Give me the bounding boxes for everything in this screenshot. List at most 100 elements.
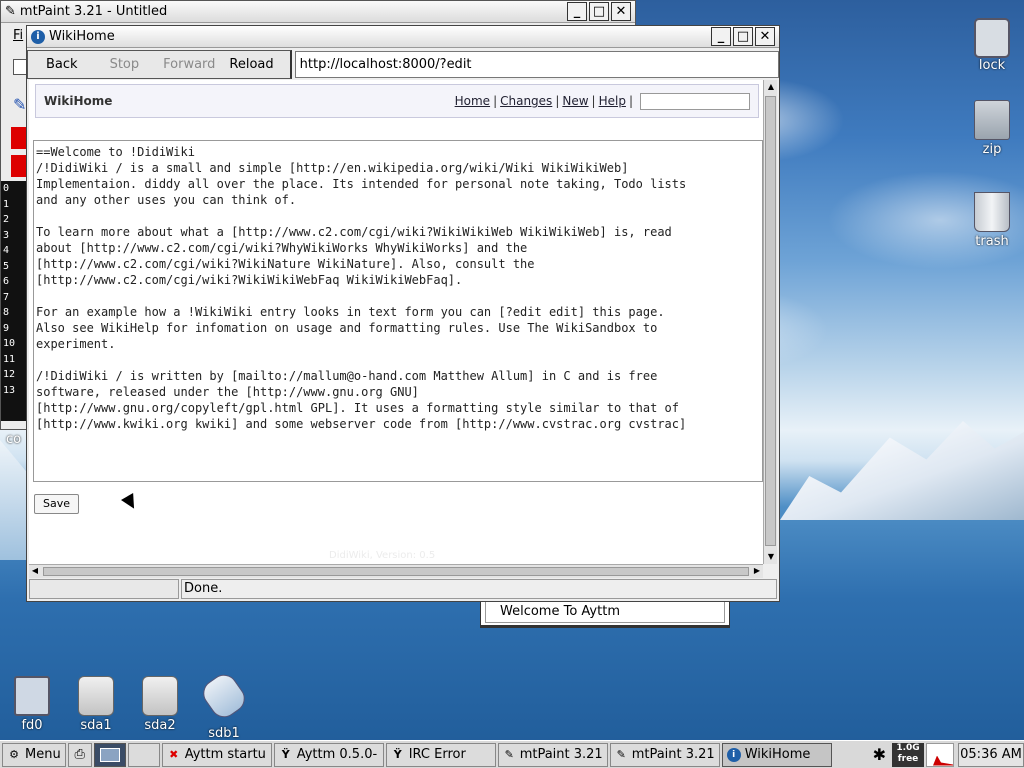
- info-icon: i: [726, 747, 741, 762]
- ruler-num: 1: [3, 198, 10, 210]
- vertical-scrollbar[interactable]: ▲ ▼: [763, 80, 777, 564]
- link-separator: |: [493, 94, 498, 108]
- minimize-button[interactable]: _: [711, 27, 731, 46]
- ruler-num: 2: [3, 214, 10, 225]
- horizontal-scroll-thumb[interactable]: [43, 567, 749, 576]
- page-viewport[interactable]: WikiHome Home | Changes | New | Help | =…: [29, 80, 763, 564]
- start-menu-button[interactable]: ⚙ Menu: [2, 742, 66, 767]
- editor-line: Also see WikiHelp for infomation on usag…: [36, 321, 658, 335]
- ayttm-welcome-window[interactable]: Welcome To Ayttm: [480, 598, 730, 628]
- new-link[interactable]: New: [562, 94, 588, 108]
- browser-window[interactable]: i WikiHome _ □ ✕ Back Stop Forward Reloa…: [26, 25, 780, 602]
- desktop-icon-trash[interactable]: trash: [962, 192, 1022, 249]
- wiki-search-input[interactable]: [640, 92, 750, 110]
- maximize-button[interactable]: □: [733, 27, 753, 46]
- back-button[interactable]: Back: [28, 57, 96, 72]
- mtpaint-titlebar[interactable]: ✎ mtPaint 3.21 - Untitled _ □ ✕: [1, 1, 635, 23]
- harddisk-icon: [78, 676, 114, 716]
- help-link[interactable]: Help: [599, 94, 626, 108]
- home-link[interactable]: Home: [455, 94, 490, 108]
- mtpaint-app-icon: ✎: [5, 4, 16, 19]
- desktop-icon-label: lock: [978, 58, 1006, 73]
- task-item-active[interactable]: i WikiHome: [721, 742, 832, 767]
- info-icon: i: [31, 29, 45, 44]
- clock[interactable]: 05:36 AM: [958, 742, 1024, 767]
- status-progress: [29, 579, 179, 599]
- memory-monitor[interactable]: 1.0G free: [892, 742, 924, 767]
- vertical-scroll-thumb[interactable]: [765, 96, 776, 546]
- system-tray: ✱ 1.0G free 05:36 AM: [867, 741, 1024, 768]
- link-separator: |: [555, 94, 560, 108]
- task-item[interactable]: Ÿ Ayttm 0.5.0-: [273, 742, 384, 767]
- desktop-icon-sda1[interactable]: sda1: [66, 676, 126, 733]
- desktop-icon-lock[interactable]: lock: [962, 8, 1022, 73]
- status-bar: Done.: [29, 578, 777, 600]
- status-text: Done.: [181, 579, 777, 599]
- reload-button[interactable]: Reload: [225, 57, 283, 72]
- forward-button[interactable]: Forward: [153, 57, 225, 72]
- stop-button[interactable]: Stop: [96, 57, 154, 72]
- scroll-right-icon[interactable]: ▶: [752, 566, 762, 575]
- mtpaint-ruler: 0 1 2 3 4 5 6 7 8 9 10 11 12 13: [1, 181, 27, 421]
- quicklaunch-desktop[interactable]: [93, 742, 126, 767]
- quicklaunch-printer[interactable]: ⎙: [67, 742, 92, 767]
- paint-icon: ✎: [504, 748, 514, 761]
- usb-drive-icon: [197, 669, 251, 723]
- task-item[interactable]: ✎ mtPaint 3.21: [609, 742, 720, 767]
- color-swatch-secondary[interactable]: [11, 155, 27, 177]
- ruler-num: 12: [3, 369, 16, 380]
- quicklaunch-blank[interactable]: [127, 742, 160, 767]
- editor-line: /!DidiWiki / is written by [mailto://mal…: [36, 369, 658, 383]
- desktop-icon-fd0[interactable]: fd0: [2, 676, 62, 733]
- desktop-icon-sdb1[interactable]: sdb1: [194, 669, 254, 741]
- mtpaint-menu-fragment[interactable]: Fi: [13, 28, 23, 43]
- scroll-left-icon[interactable]: ◀: [30, 566, 40, 575]
- wiki-edit-textarea[interactable]: ==Welcome to !DidiWiki /!DidiWiki / is a …: [33, 140, 763, 482]
- ruler-num: 9: [3, 322, 10, 334]
- url-input[interactable]: http://localhost:8000/?edit: [294, 50, 779, 78]
- run-icon[interactable]: ✱: [873, 745, 886, 764]
- scroll-up-icon[interactable]: ▲: [766, 82, 776, 92]
- horizontal-scrollbar[interactable]: ◀ ▶: [29, 564, 763, 578]
- editor-line: software, released under the [http://www…: [36, 385, 419, 399]
- scroll-down-icon[interactable]: ▼: [766, 552, 776, 562]
- desktop-icon-sda2[interactable]: sda2: [130, 676, 190, 733]
- ruler-num: 13: [3, 384, 16, 396]
- start-menu-label: Menu: [25, 747, 61, 762]
- minimize-button[interactable]: _: [567, 2, 587, 21]
- nav-buttons: Back Stop Forward Reload: [27, 49, 292, 79]
- ruler-num: 6: [3, 276, 10, 287]
- editor-line: about [http://www.c2.com/cgi/wiki?WhyWik…: [36, 241, 528, 255]
- task-label: Ayttm 0.5.0-: [296, 747, 378, 762]
- editor-line: To learn more about what a [http://www.c…: [36, 225, 672, 239]
- close-button[interactable]: ✕: [611, 2, 631, 21]
- maximize-button[interactable]: □: [589, 2, 609, 21]
- mtpaint-title: mtPaint 3.21 - Untitled: [19, 4, 168, 19]
- pencil-icon[interactable]: ✎: [13, 95, 26, 114]
- desktop-icon-zip[interactable]: zip: [962, 100, 1022, 157]
- ayttm-icon: Ÿ: [281, 748, 290, 761]
- mtpaint-toolbar-icon[interactable]: [13, 59, 27, 75]
- task-label: Ayttm startu: [184, 747, 266, 762]
- link-separator: |: [591, 94, 596, 108]
- wiki-nav-links: Home | Changes | New | Help |: [455, 92, 750, 110]
- task-item[interactable]: ✎ mtPaint 3.21: [497, 742, 608, 767]
- close-button[interactable]: ✕: [755, 27, 775, 46]
- paint-icon: ✎: [616, 748, 626, 761]
- browser-titlebar[interactable]: i WikiHome _ □ ✕: [27, 26, 779, 48]
- editor-line: For an example how a !WikiWiki entry loo…: [36, 305, 665, 319]
- harddisk-icon: [142, 676, 178, 716]
- editor-line: Implementaion. diddy all over the place.…: [36, 177, 687, 191]
- changes-link[interactable]: Changes: [500, 94, 552, 108]
- editor-line: [http://www.c2.com/cgi/wiki?WikiWikiWebF…: [36, 273, 463, 287]
- task-item[interactable]: ✖ Ayttm startu: [161, 742, 272, 767]
- cpu-graph[interactable]: [926, 742, 954, 767]
- save-button[interactable]: Save: [34, 494, 79, 514]
- task-item[interactable]: Ÿ IRC Error: [385, 742, 496, 767]
- trash-icon: [974, 192, 1010, 232]
- wiki-footer: DidiWiki, Version: 0.5: [329, 550, 436, 561]
- color-swatch-primary[interactable]: [11, 127, 27, 149]
